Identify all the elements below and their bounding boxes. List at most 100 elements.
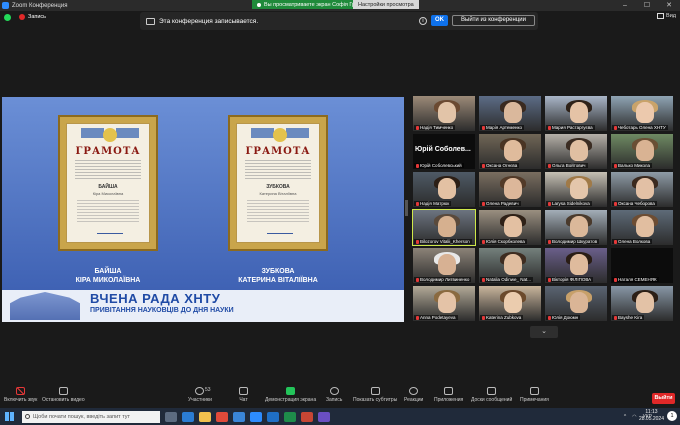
participant-name-label: Юлія Скорбколева bbox=[480, 239, 527, 244]
show-captions-button[interactable]: Показать субтитры bbox=[353, 387, 397, 403]
mute-button[interactable]: Включить звук bbox=[4, 387, 37, 403]
participant-tile[interactable]: Ольга Войтович bbox=[545, 134, 607, 169]
certificate-firstname: Кіра Миколаївна bbox=[92, 191, 124, 196]
participant-tile[interactable]: Вікторія ФІЛІПОВА bbox=[545, 248, 607, 283]
participant-tile[interactable]: Katerina Zubkova bbox=[479, 286, 541, 321]
participant-tile[interactable]: Оксана Огнєва bbox=[479, 134, 541, 169]
participant-name-label: Валько Микола bbox=[612, 163, 653, 168]
university-building-icon bbox=[10, 292, 80, 320]
muted-mic-icon bbox=[482, 125, 485, 130]
reactions-icon bbox=[409, 387, 419, 395]
apps-button[interactable]: Приложения bbox=[434, 387, 463, 403]
participant-tile[interactable]: Юрій Соболев... Юрій Соболевський bbox=[413, 134, 475, 169]
participant-tile[interactable]: Олена Волкова bbox=[611, 210, 673, 245]
participant-name-label: Юрій Соболевський bbox=[414, 163, 464, 168]
view-button[interactable]: Вид bbox=[657, 13, 676, 19]
muted-mic-icon bbox=[482, 201, 485, 206]
participant-tile[interactable]: Наталя СЕМЕНЯК bbox=[611, 248, 673, 283]
participant-tile[interactable]: Оксана Чеборова bbox=[611, 172, 673, 207]
chat-button[interactable]: Чат bbox=[239, 387, 248, 403]
stop-video-button[interactable]: Остановить видео bbox=[42, 387, 85, 403]
share-screen-button[interactable]: Демонстрация экрана bbox=[265, 387, 316, 403]
powerpoint-icon[interactable] bbox=[301, 411, 313, 422]
app-icon-purple[interactable] bbox=[318, 411, 330, 422]
grid-icon bbox=[657, 13, 665, 19]
certificate-name: ЗУБКОВА bbox=[266, 184, 290, 190]
close-icon[interactable]: ✕ bbox=[658, 0, 680, 11]
participant-name-label: Natalia Odinwe_ Nat... bbox=[480, 277, 534, 282]
chrome-icon[interactable] bbox=[233, 411, 245, 422]
share-banner-text: Вы просматриваете экран Софія Греша bbox=[264, 1, 366, 8]
participant-name-label: Вікторія ФІЛІПОВА bbox=[546, 277, 594, 282]
recording-notice: Эта конференция записывается. i OK Выйти… bbox=[140, 12, 538, 30]
participant-tile[interactable]: Мария Растаргуєва bbox=[545, 96, 607, 131]
edge-icon[interactable] bbox=[182, 411, 194, 422]
participant-face bbox=[635, 292, 655, 313]
taskbar-clock[interactable]: 11:13 28.05.2024 bbox=[639, 409, 664, 423]
participant-tile[interactable]: Bayshe Kira bbox=[611, 286, 673, 321]
participant-name: Чеботарь Олена ХНТУ bbox=[618, 125, 666, 130]
participant-tile[interactable]: Надія Тимченко bbox=[413, 96, 475, 131]
participants-button[interactable]: 53 Участники bbox=[188, 387, 212, 403]
signature bbox=[267, 224, 293, 234]
zoom-taskbar-icon[interactable] bbox=[250, 411, 262, 422]
participant-tile[interactable]: Володимир Литвиненко bbox=[413, 248, 475, 283]
network-icon[interactable]: ◠ bbox=[632, 414, 636, 420]
participant-tile[interactable]: Володимир Шкуратов bbox=[545, 210, 607, 245]
crest-icon bbox=[273, 128, 287, 142]
participant-tile[interactable]: Надія Матрюк bbox=[413, 172, 475, 207]
leave-button[interactable]: Выйти bbox=[652, 393, 675, 404]
participant-name-label: Bilozorov Vitalii_Kherson bbox=[414, 239, 472, 244]
taskbar-search[interactable]: Щоби почати пошук, введіть запит тут bbox=[22, 410, 160, 423]
excel-icon[interactable] bbox=[284, 411, 296, 422]
ok-button[interactable]: OK bbox=[431, 15, 448, 26]
participant-name-label: Bayshe Kira bbox=[612, 315, 645, 320]
participant-tile[interactable]: Anna Podetayeva bbox=[413, 286, 475, 321]
notes-button[interactable]: Примечания bbox=[520, 387, 549, 403]
participant-tile[interactable]: Олена Радевич bbox=[479, 172, 541, 207]
participant-tile[interactable]: Валько Микола bbox=[611, 134, 673, 169]
info-icon[interactable]: i bbox=[419, 17, 427, 25]
tray-chevron-icon[interactable]: ^ bbox=[624, 414, 626, 420]
gallery-next-page-button[interactable]: ⌄ bbox=[530, 326, 558, 338]
participant-face bbox=[437, 216, 457, 237]
participant-name-label: Anna Podetayeva bbox=[414, 315, 458, 320]
muted-mic-icon bbox=[548, 125, 551, 130]
view-options-button[interactable]: Настройки просмотра bbox=[353, 0, 419, 9]
crest-icon bbox=[103, 128, 117, 142]
windows-start-icon[interactable] bbox=[5, 412, 14, 421]
notifications-badge[interactable]: 1 bbox=[667, 411, 677, 421]
reactions-button[interactable]: Реакции bbox=[404, 387, 423, 403]
participant-name-label: Наталя СЕМЕНЯК bbox=[612, 277, 659, 282]
participant-face bbox=[569, 254, 589, 275]
participant-tile[interactable]: Natalia Odinwe_ Nat... bbox=[479, 248, 541, 283]
participant-name: Юлія Скорбколева bbox=[486, 239, 525, 244]
muted-mic-icon bbox=[416, 315, 419, 320]
muted-mic-icon bbox=[416, 163, 419, 168]
participant-tile[interactable]: Марія Артеменко bbox=[479, 96, 541, 131]
whiteboards-button[interactable]: Доски сообщений bbox=[471, 387, 512, 403]
app-icon-red[interactable] bbox=[216, 411, 228, 422]
certificate-2: ГРАМОТА ЗУБКОВА Катерина Віталіївна bbox=[228, 115, 328, 251]
clock-date: 28.05.2024 bbox=[638, 416, 664, 422]
participant-face bbox=[503, 216, 523, 237]
maximize-icon[interactable]: ☐ bbox=[636, 0, 658, 11]
participant-name: Марія Артеменко bbox=[486, 125, 523, 130]
word-icon[interactable] bbox=[267, 411, 279, 422]
file-explorer-icon[interactable] bbox=[199, 411, 211, 422]
participant-tile[interactable]: Bilozorov Vitalii_Kherson bbox=[412, 209, 476, 246]
participant-tile[interactable]: Юлія Скорбколева bbox=[479, 210, 541, 245]
security-shield-icon[interactable] bbox=[4, 13, 11, 21]
leave-meeting-button[interactable]: Выйти из конференции bbox=[452, 15, 535, 26]
task-view-icon[interactable] bbox=[165, 411, 177, 422]
record-button[interactable]: Запись bbox=[326, 387, 342, 403]
participant-name: Bilozorov Vitalii_Kherson bbox=[420, 239, 470, 244]
minimize-icon[interactable]: – bbox=[614, 0, 636, 11]
recording-label[interactable]: Запись bbox=[28, 14, 46, 20]
recording-notice-text: Эта конференция записывается. bbox=[159, 17, 259, 25]
participant-tile[interactable]: Юлія Доюмн bbox=[545, 286, 607, 321]
participant-tile[interactable]: Чеботарь Олена ХНТУ bbox=[611, 96, 673, 131]
participant-name-label: Надія Матрюк bbox=[414, 201, 452, 206]
participant-tile[interactable]: Larysa Sidelnikova bbox=[545, 172, 607, 207]
panel-splitter[interactable] bbox=[405, 200, 408, 216]
